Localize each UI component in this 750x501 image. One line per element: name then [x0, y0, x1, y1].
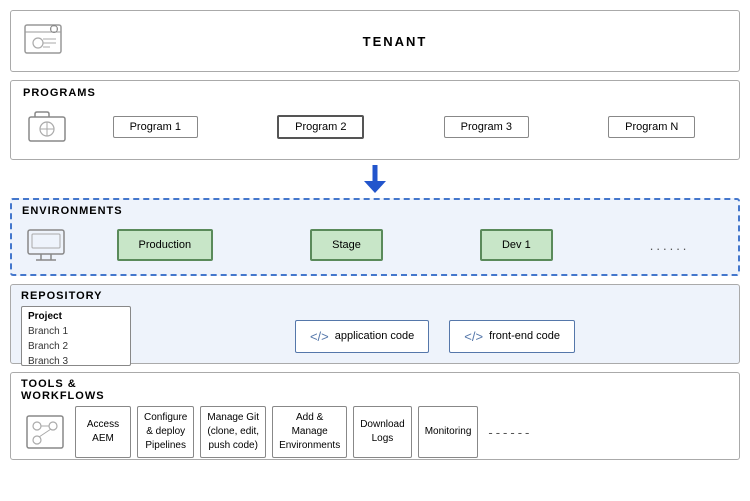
tool-download-logs[interactable]: Download Logs: [353, 406, 411, 458]
repository-label: REPOSITORY: [21, 290, 729, 302]
tools-items: Access AEM Configure & deploy Pipelines …: [75, 406, 729, 458]
tools-icon: [21, 408, 69, 456]
repo-project-box: Project Branch 1 Branch 2 Branch 3 -----…: [21, 306, 131, 366]
arrow-row: [10, 168, 740, 190]
repository-section: REPOSITORY Project Branch 1 Branch 2 Bra…: [10, 284, 740, 364]
tool-monitoring[interactable]: Monitoring: [418, 406, 479, 458]
program-n-label: Program N: [625, 121, 678, 133]
tools-ellipsis: ------: [484, 425, 536, 440]
env-ellipsis: ......: [650, 238, 690, 253]
program-3-label: Program 3: [461, 121, 512, 133]
program-1-box[interactable]: Program 1: [113, 116, 198, 138]
tool-configure-deploy[interactable]: Configure & deploy Pipelines: [137, 406, 194, 458]
tenant-section: TENANT: [10, 10, 740, 72]
program-1-label: Program 1: [130, 121, 181, 133]
env-row: Production Stage Dev 1 ......: [22, 221, 728, 269]
env-stage-label: Stage: [332, 239, 361, 251]
repo-project-title: Project: [28, 311, 124, 322]
code-brackets-icon-2: </>: [464, 329, 483, 344]
tools-row: Access AEM Configure & deploy Pipelines …: [21, 406, 729, 458]
programs-row: Program 1 Program 2 Program 3 Program N: [23, 103, 727, 151]
app-code-box[interactable]: </> application code: [295, 320, 429, 353]
main-container: TENANT PROGRAMS Program 1 Program 2: [0, 0, 750, 501]
program-3-box[interactable]: Program 3: [444, 116, 529, 138]
frontend-code-box[interactable]: </> front-end code: [449, 320, 575, 353]
branch-3: Branch 3: [28, 354, 124, 369]
branch-2: Branch 2: [28, 339, 124, 354]
program-n-box[interactable]: Program N: [608, 116, 695, 138]
programs-section: PROGRAMS Program 1 Program 2: [10, 80, 740, 160]
tenant-icon: [23, 21, 63, 61]
app-code-label: application code: [335, 330, 415, 342]
repo-code-items: </> application code </> front-end code: [141, 320, 729, 353]
tools-section: TOOLS & WORKFLOWS Access AEM Configure &…: [10, 372, 740, 460]
tenant-title: TENANT: [63, 34, 727, 49]
env-dev1-label: Dev 1: [502, 239, 531, 251]
programs-items: Program 1 Program 2 Program 3 Program N: [81, 115, 727, 139]
program-2-label: Program 2: [295, 121, 346, 133]
program-2-box[interactable]: Program 2: [277, 115, 364, 139]
tool-manage-git[interactable]: Manage Git (clone, edit, push code): [200, 406, 266, 458]
env-production-label: Production: [139, 239, 192, 251]
programs-label: PROGRAMS: [23, 87, 727, 99]
environments-section: ENVIRONMENTS Production Stage: [10, 198, 740, 276]
tool-add-manage-env[interactable]: Add & Manage Environments: [272, 406, 347, 458]
env-production-box[interactable]: Production: [117, 229, 214, 261]
env-stage-box[interactable]: Stage: [310, 229, 383, 261]
env-dev1-box[interactable]: Dev 1: [480, 229, 553, 261]
env-items: Production Stage Dev 1 ......: [78, 229, 728, 261]
environments-label: ENVIRONMENTS: [22, 205, 728, 217]
environments-icon: [22, 221, 70, 269]
frontend-code-label: front-end code: [489, 330, 560, 342]
repo-row: Project Branch 1 Branch 2 Branch 3 -----…: [21, 306, 729, 366]
down-arrow-icon: [360, 165, 390, 193]
code-brackets-icon-1: </>: [310, 329, 329, 344]
tools-label: TOOLS & WORKFLOWS: [21, 378, 729, 402]
tool-access-aem[interactable]: Access AEM: [75, 406, 131, 458]
branch-1: Branch 1: [28, 324, 124, 339]
programs-icon: [23, 103, 71, 151]
